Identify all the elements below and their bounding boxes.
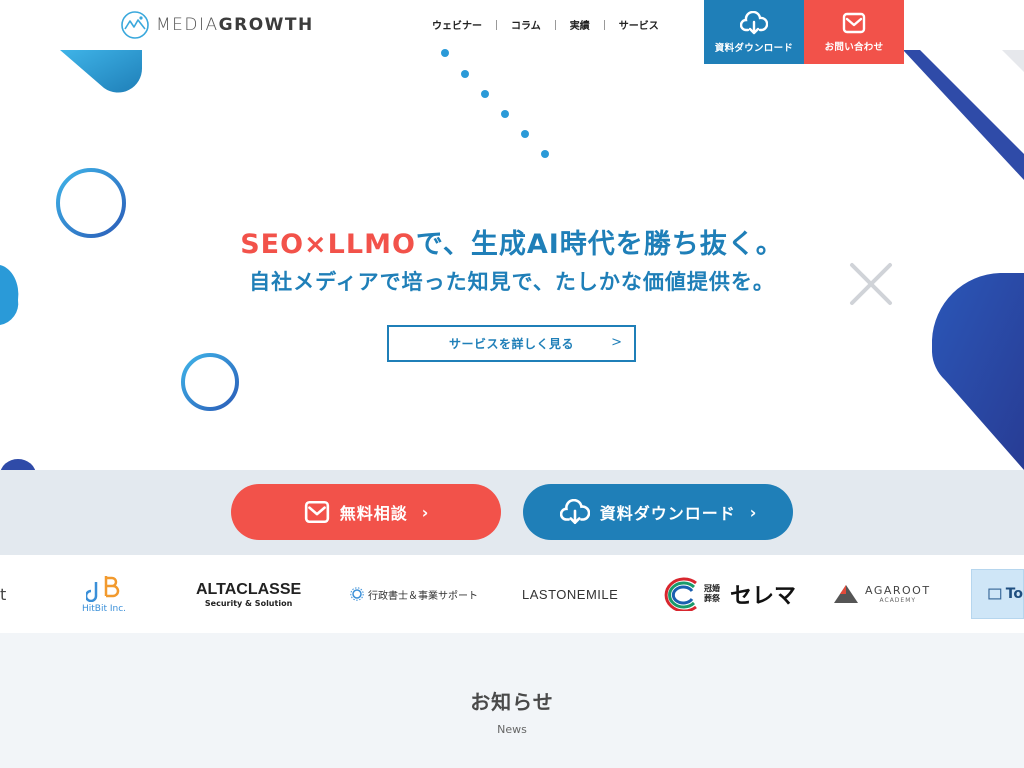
client-logo-partial: t: [0, 555, 9, 633]
material-download-label: 資料ダウンロード: [599, 504, 736, 523]
nav-column[interactable]: コラム: [497, 17, 555, 32]
client-logo-text: AGAROOT: [865, 584, 931, 597]
dot-trail: [441, 49, 549, 158]
client-logo-hitbit: HitBit Inc.: [82, 555, 126, 633]
hero-title: SEO×LLMOで、生成AI時代を勝ち抜く。: [0, 222, 1024, 261]
blue-drop-shape: [60, 50, 143, 93]
client-logo-lastonemile: LASTONEMILE: [522, 555, 618, 633]
gray-stripe: [1002, 50, 1024, 72]
hero-title-rest: で、生成AI時代を勝ち抜く。: [415, 229, 784, 260]
agaroot-logo-mark: [834, 585, 858, 603]
client-logo-gyousei: 行政書士＆事業サポート: [350, 555, 478, 633]
mail-icon: [304, 500, 329, 524]
site-header: MEDIAGROWTH ウェビナー コラム 実績 サービス 資料ダウンロード お…: [0, 0, 1024, 64]
sun-icon: [350, 587, 364, 601]
cta-band: 無料相談 › 資料ダウンロード ›: [0, 470, 1024, 555]
hero-section: SEO×LLMOで、生成AI時代を勝ち抜く。 自社メディアで培った知見で、たしか…: [0, 0, 1024, 470]
service-detail-label: サービスを詳しく見る: [448, 337, 574, 351]
nav-results[interactable]: 実績: [556, 17, 604, 32]
nav-service[interactable]: サービス: [605, 17, 673, 32]
nav-webinar[interactable]: ウェビナー: [418, 17, 496, 32]
client-logo-text: ALTACLASSE: [196, 580, 302, 598]
client-logo-selema: 冠婚葬祭 セレマ: [658, 555, 796, 633]
chevron-right-icon: ›: [421, 502, 429, 522]
ring-small: [181, 353, 239, 411]
logo-text-media: MEDIA: [156, 15, 219, 35]
navy-stripe: [903, 50, 1024, 180]
material-download-button[interactable]: 資料ダウンロード ›: [523, 484, 793, 540]
cloud-download-icon: [559, 499, 590, 525]
site-logo[interactable]: MEDIAGROWTH: [120, 10, 314, 40]
client-logo-subtext: ACADEMY: [879, 597, 917, 604]
header-download-label: 資料ダウンロード: [714, 42, 794, 54]
news-subheading: News: [497, 723, 527, 736]
free-consult-button[interactable]: 無料相談 ›: [231, 484, 501, 540]
navy-drop-shape: [932, 273, 1024, 470]
client-logo-text: To: [1005, 586, 1023, 602]
client-logo-subtext: 冠婚葬祭: [704, 584, 720, 603]
header-contact-label: お問い合わせ: [824, 41, 884, 53]
service-detail-button[interactable]: サービスを詳しく見る >: [387, 325, 636, 362]
selema-logo-mark: [664, 577, 697, 611]
hitbit-logo-mark: [86, 576, 120, 602]
main-nav: ウェビナー コラム 実績 サービス: [418, 17, 673, 32]
news-section: お知らせ News: [0, 633, 1024, 768]
client-logo-agaroot: AGAROOT ACADEMY: [833, 555, 931, 633]
chevron-right-icon: ›: [749, 502, 757, 522]
client-logo-altaclasse: ALTACLASSE Security & Solution: [196, 555, 301, 633]
hero-subtitle: 自社メディアで培った知見で、たしかな価値提供を。: [249, 270, 775, 294]
agaroot-wordmark: AGAROOT ACADEMY: [865, 584, 931, 604]
header-download-button[interactable]: 資料ダウンロード: [704, 0, 804, 64]
client-logo-text: HitBit Inc.: [82, 604, 127, 614]
logo-wordmark: MEDIAGROWTH: [156, 15, 314, 35]
book-icon: [988, 588, 1002, 600]
header-contact-button[interactable]: お問い合わせ: [804, 0, 904, 64]
client-logo-text: t: [0, 584, 10, 604]
client-logo-partial-to: To: [971, 569, 1024, 619]
client-logo-text: 行政書士＆事業サポート: [368, 590, 478, 602]
news-heading: お知らせ: [470, 690, 554, 714]
chevron-right-icon: >: [611, 335, 622, 350]
free-consult-label: 無料相談: [339, 504, 408, 523]
hero-title-accent: SEO×LLMO: [240, 229, 416, 260]
client-logo-strip: t HitBit Inc. ALTACLASSE Security & Solu…: [0, 555, 1024, 633]
client-logo-text: LASTONEMILE: [522, 586, 619, 602]
logo-text-growth: GROWTH: [218, 15, 314, 35]
client-logo-text: セレマ: [730, 584, 797, 609]
client-logo-subtext: Security & Solution: [204, 598, 293, 608]
mail-icon: [842, 12, 866, 33]
cloud-download-icon: [740, 10, 768, 34]
logo-mark-icon: [121, 11, 149, 39]
navy-partial-shape: [0, 459, 36, 470]
